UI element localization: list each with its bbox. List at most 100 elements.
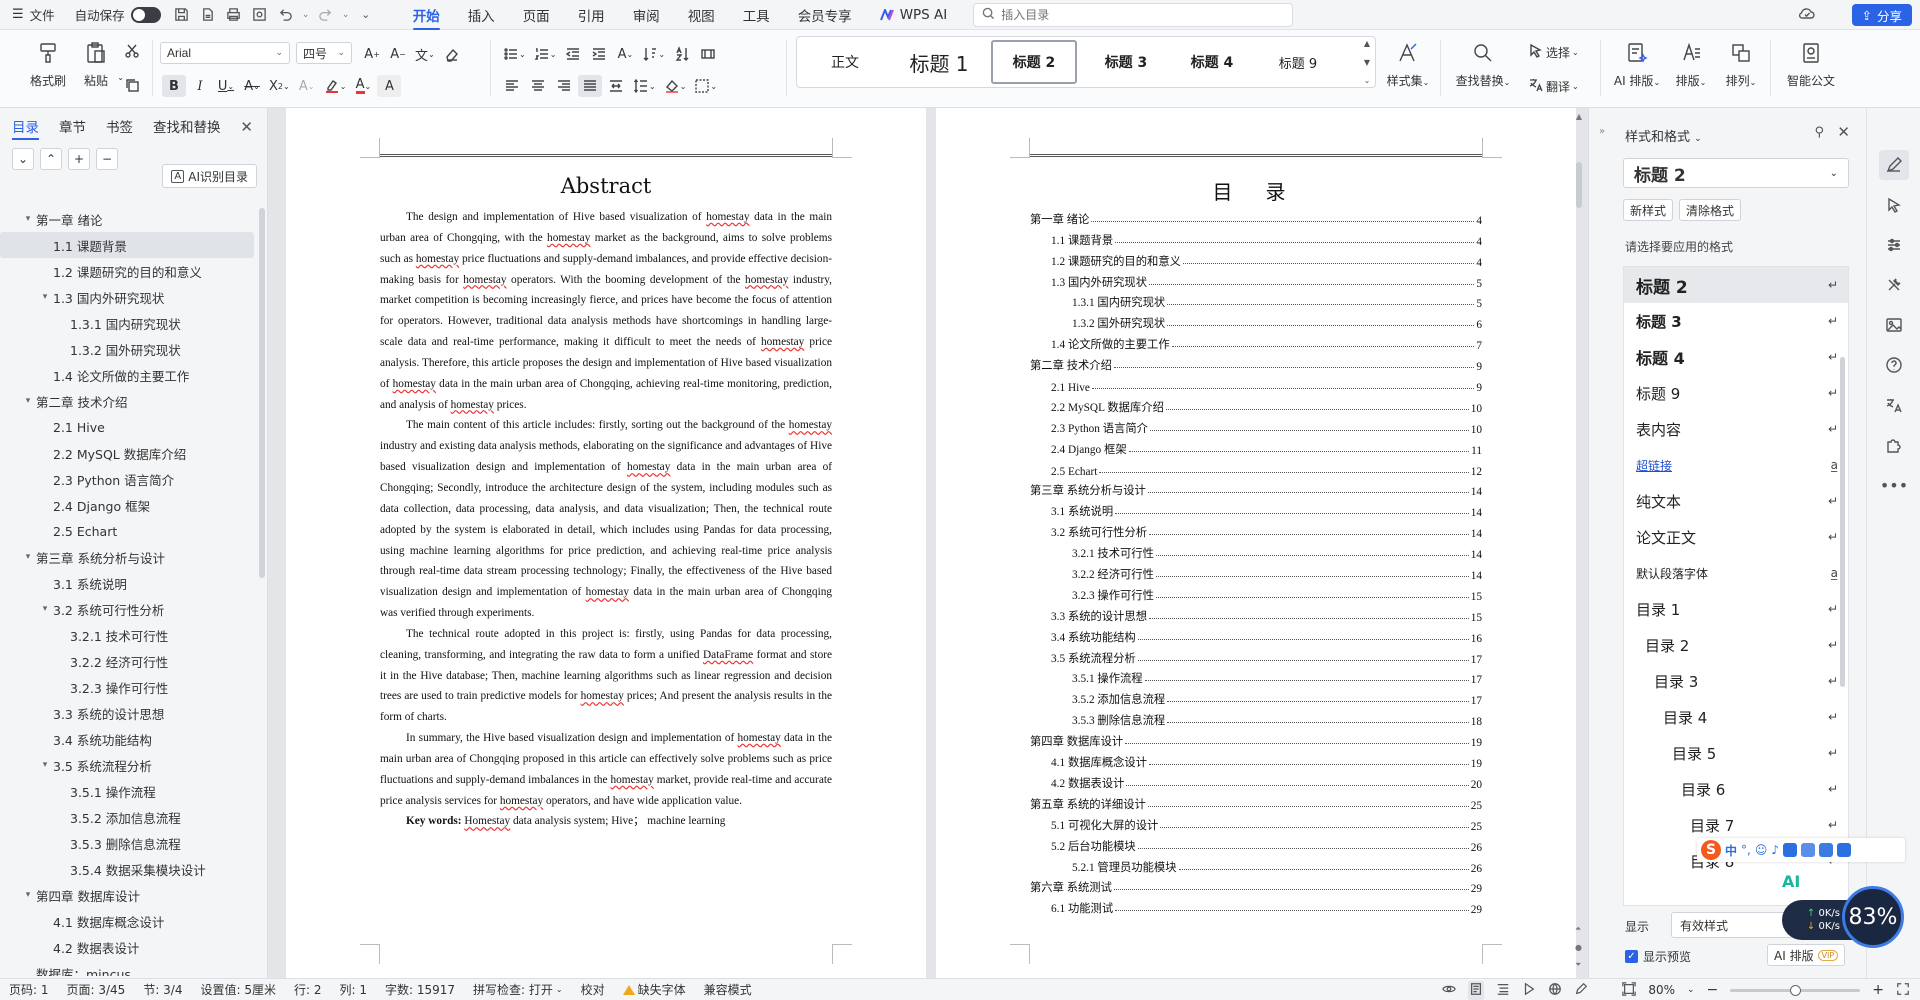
tools-icon[interactable] bbox=[1879, 270, 1909, 300]
outline-item[interactable]: 3.2.2 经济可行性 bbox=[0, 648, 262, 674]
collapse-all-button[interactable]: ⌄ bbox=[12, 148, 34, 170]
command-search-input[interactable] bbox=[1001, 7, 1262, 22]
style-set-button[interactable]: 样式集⌄ bbox=[1382, 38, 1434, 98]
style-list-item[interactable]: 目录 6 ↵ bbox=[1624, 771, 1848, 807]
format-painter-button[interactable]: 格式刷 bbox=[28, 38, 68, 98]
web-view-icon[interactable] bbox=[1548, 982, 1562, 999]
redo-icon[interactable] bbox=[313, 3, 339, 27]
style-list-item[interactable]: 目录 5 ↵ bbox=[1624, 735, 1848, 771]
zoom-in-button[interactable]: + bbox=[1872, 982, 1884, 998]
ai-recognize-toc-button[interactable]: A AI识别目录 bbox=[162, 164, 257, 188]
bullet-list-icon[interactable]: ⌄ bbox=[500, 43, 529, 65]
page-toc[interactable]: 目 录 第一章 绪论 4 1.1 课题背景 4 1.2 课题研究的目的和意义 4 1.3 国… bbox=[936, 108, 1576, 978]
tab-insert[interactable]: 插入 bbox=[454, 0, 509, 30]
grow-font-icon[interactable]: A + bbox=[360, 43, 384, 65]
layout-button[interactable]: 排版⌄ bbox=[1668, 38, 1714, 98]
scroll-thumb[interactable] bbox=[1576, 162, 1582, 208]
copy-icon[interactable] bbox=[120, 74, 144, 96]
expand-toggle-icon[interactable]: ▾ bbox=[20, 552, 36, 562]
microphone-icon[interactable]: ♪ bbox=[1771, 843, 1779, 857]
tab-review[interactable]: 审阅 bbox=[619, 0, 674, 30]
fullscreen-icon[interactable] bbox=[1896, 982, 1910, 999]
zoom-out-button[interactable]: − bbox=[1707, 982, 1719, 998]
chevron-up-icon[interactable]: ▲ bbox=[1364, 39, 1370, 48]
outline-item[interactable]: ▾ 3.5 系统流程分析 bbox=[0, 752, 262, 778]
align-right-icon[interactable] bbox=[552, 75, 576, 97]
style-list-item[interactable]: 表内容 ↵ bbox=[1624, 411, 1848, 447]
file-menu[interactable]: ☰ 文件 bbox=[0, 0, 65, 30]
superscript-button[interactable]: X 2 ⌄ bbox=[266, 75, 293, 97]
zoom-level[interactable]: 80% bbox=[1648, 983, 1675, 997]
new-style-button[interactable]: 新样式 bbox=[1623, 199, 1674, 221]
toc-entry[interactable]: 1.3 国内外研究现状 5 bbox=[1030, 269, 1482, 290]
clear-format-button[interactable]: 清除格式 bbox=[1679, 199, 1742, 221]
move-up-button[interactable]: ⌃ bbox=[40, 148, 62, 170]
outline-item[interactable]: 1.3.2 国外研究现状 bbox=[0, 336, 262, 362]
style-heading-9[interactable]: 标题 9 bbox=[1255, 40, 1341, 84]
emoji-icon[interactable]: ☺ bbox=[1755, 843, 1768, 857]
sort-icon[interactable]: ⌄ bbox=[639, 43, 668, 65]
styles-pane-title[interactable]: 样式和格式 ⌄ bbox=[1625, 126, 1702, 145]
strikethrough-button[interactable]: A ⌄ bbox=[240, 75, 264, 97]
toc-entry[interactable]: 3.4 系统功能结构 16 bbox=[1030, 624, 1482, 645]
outline-item[interactable]: 2.4 Django 框架 bbox=[0, 492, 262, 518]
toc-entry[interactable]: 第五章 系统的详细设计 25 bbox=[1030, 791, 1482, 812]
bold-button[interactable]: B bbox=[162, 75, 186, 97]
style-list-item[interactable]: 目录 1 ↵ bbox=[1624, 591, 1848, 627]
toc-entry[interactable]: 1.3.2 国外研究现状 6 bbox=[1030, 310, 1482, 331]
toc-entry[interactable]: 1.2 课题研究的目的和意义 4 bbox=[1030, 248, 1482, 269]
toc-entry[interactable]: 6.1 功能测试 29 bbox=[1030, 895, 1482, 916]
style-heading-3[interactable]: 标题 3 bbox=[1083, 40, 1169, 84]
smart-official-doc-button[interactable]: 智能公文 bbox=[1782, 38, 1840, 98]
expand-toggle-icon[interactable]: ▾ bbox=[37, 760, 53, 770]
export-pdf-icon[interactable] bbox=[195, 3, 221, 27]
help-icon[interactable] bbox=[1879, 350, 1909, 380]
chevron-down-icon[interactable]: ▼ bbox=[1364, 58, 1370, 67]
style-list-item[interactable]: 标题 9 ↵ bbox=[1624, 375, 1848, 411]
next-page-icon[interactable]: ⏷ bbox=[1575, 960, 1581, 970]
status-words[interactable]: 字数: 15917 bbox=[376, 981, 464, 998]
outline-item[interactable]: ▾ 第三章 系统分析与设计 bbox=[0, 544, 262, 570]
toc-entry[interactable]: 第六章 系统测试 29 bbox=[1030, 875, 1482, 895]
style-heading-4[interactable]: 标题 4 bbox=[1169, 40, 1255, 84]
outline-item[interactable]: 1.2 课题研究的目的和意义 bbox=[0, 258, 262, 284]
sogou-logo-icon[interactable]: S bbox=[1701, 840, 1721, 860]
outline-item[interactable]: ▾ 第四章 数据库设计 bbox=[0, 882, 262, 908]
outline-item[interactable]: 3.3 系统的设计思想 bbox=[0, 700, 262, 726]
nav-tab-chapters[interactable]: 章节 bbox=[59, 108, 86, 144]
shading-icon[interactable]: ⌄ bbox=[661, 75, 690, 97]
toc-entry[interactable]: 1.3.1 国内研究现状 5 bbox=[1030, 290, 1482, 310]
page-view-icon[interactable] bbox=[1468, 980, 1485, 1000]
toc-entry[interactable]: 2.4 Django 框架 11 bbox=[1030, 436, 1482, 457]
toc-entry[interactable]: 5.1 可视化大屏的设计 25 bbox=[1030, 812, 1482, 833]
outline-item[interactable]: 1.4 论文所做的主要工作 bbox=[0, 362, 262, 388]
style-heading-1[interactable]: 标题 1 bbox=[893, 40, 985, 84]
show-marks-icon[interactable] bbox=[696, 43, 720, 65]
adjust-sliders-icon[interactable] bbox=[1879, 230, 1909, 260]
pane-collapse-icon[interactable]: » bbox=[1599, 126, 1605, 137]
close-icon[interactable]: ✕ bbox=[1837, 123, 1850, 141]
toc-entry[interactable]: 2.2 MySQL 数据库介绍 10 bbox=[1030, 394, 1482, 415]
align-left-icon[interactable] bbox=[500, 75, 524, 97]
customize-toolbar-icon[interactable]: ⌄ bbox=[353, 3, 379, 27]
chevron-down-icon[interactable]: ⌄ bbox=[1687, 985, 1695, 995]
status-proofread[interactable]: 校对 bbox=[572, 981, 614, 998]
toc-entry[interactable]: 3.5.3 删除信息流程 18 bbox=[1030, 707, 1482, 728]
font-color-icon[interactable]: A ⌄ bbox=[351, 75, 375, 97]
toc-entry[interactable]: 3.2.3 操作可行性 15 bbox=[1030, 582, 1482, 603]
style-list-item[interactable]: 标题 4 ↵ bbox=[1624, 339, 1848, 375]
toc-entry[interactable]: 4.2 数据表设计 20 bbox=[1030, 770, 1482, 791]
outline-item[interactable]: 3.5.1 操作流程 bbox=[0, 778, 262, 804]
puzzle-icon[interactable] bbox=[1879, 430, 1909, 460]
status-section[interactable]: 节: 3/4 bbox=[134, 981, 191, 998]
outline-item[interactable]: 数据库：mincus bbox=[0, 960, 262, 977]
redo-dropdown-icon[interactable]: ⌄ bbox=[339, 3, 353, 27]
skin-icon[interactable] bbox=[1819, 843, 1834, 857]
outline-item[interactable]: 3.5.3 删除信息流程 bbox=[0, 830, 262, 856]
status-spell-check[interactable]: 拼写检查: 打开 ⌄ bbox=[464, 981, 572, 998]
toolbox-icon[interactable] bbox=[1801, 843, 1816, 857]
eye-protection-icon[interactable] bbox=[1442, 982, 1457, 999]
command-search[interactable] bbox=[973, 2, 1294, 27]
style-list-item[interactable]: 默认段落字体 a̲ bbox=[1624, 555, 1848, 591]
tab-page[interactable]: 页面 bbox=[509, 0, 564, 30]
